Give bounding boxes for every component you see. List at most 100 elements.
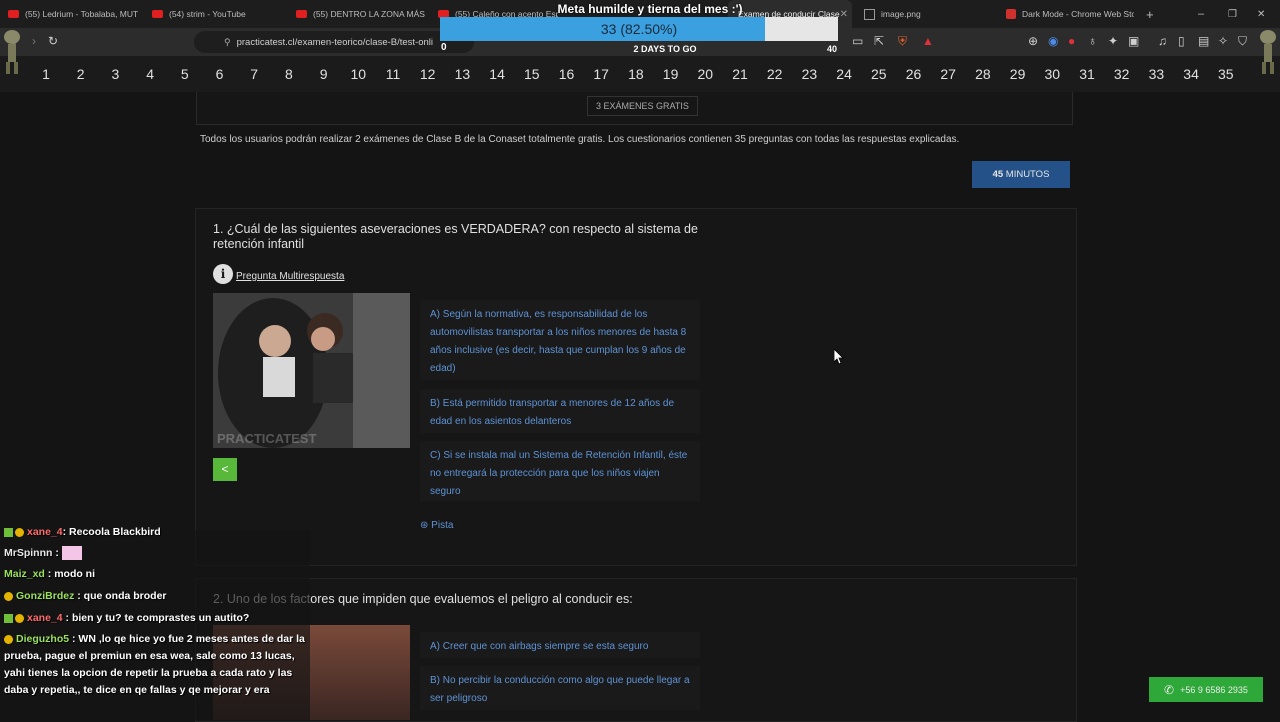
question-number-13[interactable]: 13 xyxy=(448,66,476,82)
question-number-19[interactable]: 19 xyxy=(657,66,685,82)
media-icon[interactable]: ♫ xyxy=(1158,34,1167,48)
close-window-icon[interactable]: ✕ xyxy=(1257,0,1269,28)
question-number-29[interactable]: 29 xyxy=(1004,66,1032,82)
question-number-11[interactable]: 11 xyxy=(379,66,407,82)
question-number-32[interactable]: 32 xyxy=(1108,66,1136,82)
cast-icon[interactable]: ▭ xyxy=(852,34,863,48)
close-tab-icon[interactable]: ✕ xyxy=(840,9,852,20)
question-number-21[interactable]: 21 xyxy=(726,66,754,82)
site-info-icon[interactable]: ⚲ xyxy=(224,37,231,48)
extension-icon[interactable]: ● xyxy=(1068,34,1075,48)
question-number-22[interactable]: 22 xyxy=(761,66,789,82)
answer-option-b[interactable]: B) No percibir la conducción como algo q… xyxy=(420,666,700,710)
question-number-20[interactable]: 20 xyxy=(691,66,719,82)
chat-message: xane_4 : bien y tu? te comprastes un aut… xyxy=(4,610,306,626)
question-number-4[interactable]: 4 xyxy=(136,66,164,82)
question-number-16[interactable]: 16 xyxy=(553,66,581,82)
browser-tab[interactable]: image.png xyxy=(864,0,994,28)
browser-tab[interactable]: Dark Mode - Chrome Web Sto xyxy=(1006,0,1134,28)
question-number-27[interactable]: 27 xyxy=(934,66,962,82)
translate-icon[interactable]: ⊕ xyxy=(1028,34,1038,48)
question-number-33[interactable]: 33 xyxy=(1142,66,1170,82)
question-number-12[interactable]: 12 xyxy=(414,66,442,82)
brave-rewards-icon[interactable]: ▲ xyxy=(922,34,934,48)
question-number-1[interactable]: 1 xyxy=(32,66,60,82)
question-number-25[interactable]: 25 xyxy=(865,66,893,82)
hint-icon: ⊛ xyxy=(420,520,429,531)
mouse-cursor-icon xyxy=(834,349,844,365)
question-number-35[interactable]: 35 xyxy=(1212,66,1240,82)
alien-figure-icon xyxy=(4,30,20,74)
question-number-10[interactable]: 10 xyxy=(344,66,372,82)
leo-icon[interactable]: ✧ xyxy=(1218,34,1228,48)
extension-icon[interactable]: ♁ xyxy=(1088,34,1097,48)
question-number-2[interactable]: 2 xyxy=(67,66,95,82)
answer-option-b[interactable]: B) Está permitido transportar a menores … xyxy=(420,389,700,433)
browser-tab[interactable]: (55) DENTRO LA ZONA MÁS T xyxy=(296,0,426,28)
chat-username: GonziBrdez xyxy=(16,590,75,602)
minimize-icon[interactable]: – xyxy=(1198,0,1210,28)
vpn-icon[interactable]: ⛉ xyxy=(1238,34,1247,49)
file-icon xyxy=(864,8,875,20)
question-number-15[interactable]: 15 xyxy=(518,66,546,82)
badge-icon xyxy=(15,527,24,537)
extension-icon[interactable]: ◉ xyxy=(1048,34,1058,48)
chat-username: xane_4 xyxy=(27,612,63,624)
share-page-icon[interactable]: ⇱ xyxy=(874,34,884,48)
answer-option-c[interactable]: C) Si se instala mal un Sistema de Reten… xyxy=(420,441,700,501)
multi-answer-link[interactable]: Pregunta Multirespuesta xyxy=(236,271,344,282)
chat-text: : xyxy=(52,547,59,559)
url-text[interactable]: practicatest.cl/examen-teorico/clase-B/t… xyxy=(237,37,433,48)
answer-option-a[interactable]: A) Creer que con airbags siempre se esta… xyxy=(420,632,700,658)
youtube-icon xyxy=(152,10,163,18)
maximize-icon[interactable]: ❐ xyxy=(1228,0,1240,28)
share-icon[interactable]: < xyxy=(213,458,237,481)
forward-icon[interactable]: › xyxy=(32,34,36,48)
question-number-7[interactable]: 7 xyxy=(240,66,268,82)
question-number-14[interactable]: 14 xyxy=(483,66,511,82)
question-number-3[interactable]: 3 xyxy=(101,66,129,82)
chat-message: GonziBrdez : que onda broder xyxy=(4,588,306,604)
extensions-icon[interactable]: ✦ xyxy=(1108,34,1118,48)
brave-shield-icon[interactable]: ⛨ xyxy=(898,34,907,49)
question-number-18[interactable]: 18 xyxy=(622,66,650,82)
browser-tab[interactable]: (55) Ledrium - Tobalaba, MUT xyxy=(8,0,146,28)
answer-option-a[interactable]: A) Según la normativa, es responsabilida… xyxy=(420,300,700,380)
hint-button[interactable]: ⊛ Pista xyxy=(420,520,453,531)
question-number-26[interactable]: 26 xyxy=(900,66,928,82)
address-bar[interactable]: ⚲ practicatest.cl/examen-teorico/clase-B… xyxy=(194,31,474,53)
info-icon[interactable]: i xyxy=(213,264,233,284)
timer-badge: 45 MINUTOS xyxy=(972,161,1070,188)
chat-text: : Recoola Blackbird xyxy=(62,526,161,538)
emote-icon xyxy=(61,546,82,561)
chat-message: Maiz_xd : modo ni xyxy=(4,566,306,582)
question-number-8[interactable]: 8 xyxy=(275,66,303,82)
chat-text: : bien y tu? te comprastes un autito? xyxy=(62,612,250,624)
question-number-23[interactable]: 23 xyxy=(795,66,823,82)
whatsapp-icon: ✆ xyxy=(1164,682,1175,697)
question-number-17[interactable]: 17 xyxy=(587,66,615,82)
question-number-28[interactable]: 28 xyxy=(969,66,997,82)
wallet-icon[interactable]: ▤ xyxy=(1198,34,1209,48)
new-tab-button[interactable]: + xyxy=(1146,0,1162,28)
youtube-icon xyxy=(296,10,307,18)
webstore-icon xyxy=(1006,9,1016,19)
goal-days-left: 2 DAYS TO GO xyxy=(633,44,697,54)
question-number-9[interactable]: 9 xyxy=(310,66,338,82)
question-number-31[interactable]: 31 xyxy=(1073,66,1101,82)
question-number-30[interactable]: 30 xyxy=(1038,66,1066,82)
free-exams-button[interactable]: 3 EXÁMENES GRATIS xyxy=(587,96,698,116)
question-number-34[interactable]: 34 xyxy=(1177,66,1205,82)
question-image: PRACTICATEST xyxy=(213,293,410,448)
goal-end: 40 xyxy=(827,44,838,54)
question-number-6[interactable]: 6 xyxy=(206,66,234,82)
intro-text: Todos los usuarios podrán realizar 2 exá… xyxy=(200,134,960,145)
question-number-24[interactable]: 24 xyxy=(830,66,858,82)
browser-tab[interactable]: (54) strim - YouTube xyxy=(152,0,290,28)
sidebar-icon[interactable]: ▯ xyxy=(1178,34,1185,48)
extension-icon[interactable]: ▣ xyxy=(1128,34,1139,48)
question-number-5[interactable]: 5 xyxy=(171,66,199,82)
whatsapp-button[interactable]: ✆ +56 9 6586 2935 xyxy=(1149,677,1263,702)
reload-icon[interactable]: ↻ xyxy=(48,34,58,48)
badge-icon xyxy=(4,527,13,537)
